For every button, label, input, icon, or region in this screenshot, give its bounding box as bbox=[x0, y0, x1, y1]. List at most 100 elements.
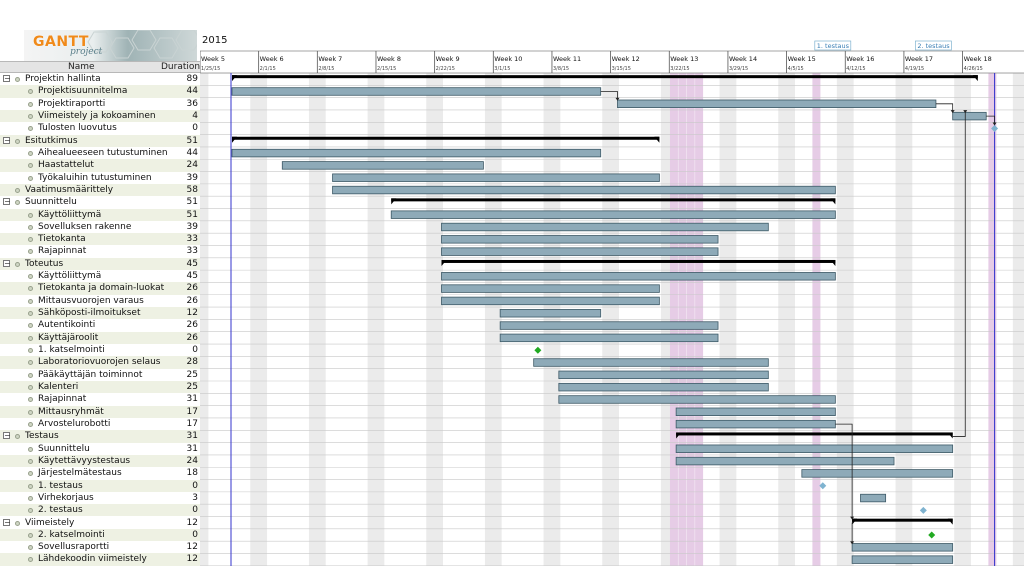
task-row[interactable]: Projektisuunnitelma 44 bbox=[0, 85, 200, 98]
task-bar[interactable] bbox=[675, 407, 836, 416]
task-name[interactable]: Rajapinnat bbox=[38, 393, 86, 405]
task-bar[interactable] bbox=[801, 469, 954, 478]
task-name[interactable]: Viimeistely ja kokoaminen bbox=[38, 110, 156, 122]
task-name[interactable]: Käyttöliittymä bbox=[38, 209, 101, 221]
task-name[interactable]: Sovelluksen rakenne bbox=[38, 221, 131, 233]
task-name[interactable]: Haastattelut bbox=[38, 159, 94, 171]
task-row[interactable]: Tietokanta 33 bbox=[0, 233, 200, 246]
task-name[interactable]: Vaatimusmäärittely bbox=[25, 184, 113, 196]
task-name[interactable]: Mittausryhmät bbox=[38, 406, 104, 418]
task-bar[interactable] bbox=[441, 296, 660, 306]
task-row[interactable]: Haastattelut 24 bbox=[0, 159, 200, 172]
task-bar[interactable] bbox=[332, 185, 836, 195]
task-row[interactable]: Projektiraportti 36 bbox=[0, 98, 200, 110]
task-name[interactable]: 1. katselmointi bbox=[38, 344, 105, 356]
task-bar[interactable] bbox=[675, 456, 895, 466]
gantt-chart-canvas[interactable]: 2015 1. testaus 2. testaus Week 5 1/25/15 Wee… bbox=[191, 30, 1024, 567]
task-duration[interactable]: 17 bbox=[187, 418, 198, 430]
column-header-name[interactable]: Name bbox=[68, 62, 95, 72]
task-row[interactable]: Sovelluksen rakenne 39 bbox=[0, 221, 200, 233]
task-duration[interactable]: 58 bbox=[187, 184, 198, 196]
task-bar[interactable] bbox=[675, 419, 836, 429]
task-bar[interactable] bbox=[675, 444, 954, 453]
task-duration[interactable]: 89 bbox=[187, 73, 198, 85]
task-bar[interactable] bbox=[231, 87, 602, 96]
task-bar[interactable] bbox=[441, 272, 836, 281]
task-duration[interactable]: 51 bbox=[187, 209, 198, 221]
milestone-flag-label[interactable]: 1. testaus bbox=[817, 42, 850, 50]
task-row[interactable]: Käytettävyystestaus 24 bbox=[0, 454, 200, 468]
task-duration[interactable]: 31 bbox=[187, 443, 198, 455]
task-name[interactable]: Virhekorjaus bbox=[38, 492, 94, 504]
task-row[interactable]: Työkaluihin tutustuminen 39 bbox=[0, 172, 200, 184]
task-name[interactable]: Viimeistely bbox=[25, 517, 74, 529]
task-name[interactable]: Testaus bbox=[25, 430, 59, 442]
task-row[interactable]: − Viimeistely 12 bbox=[0, 517, 200, 529]
column-header-duration[interactable]: Duration bbox=[161, 62, 200, 72]
task-duration[interactable]: 0 bbox=[192, 344, 198, 356]
task-bar[interactable] bbox=[441, 284, 660, 293]
task-name[interactable]: Käyttöliittymä bbox=[38, 270, 101, 282]
task-duration[interactable]: 12 bbox=[187, 553, 198, 565]
task-row[interactable]: Aihealueeseen tutustuminen 44 bbox=[0, 147, 200, 159]
task-row[interactable]: Pääkäyttäjän toiminnot 25 bbox=[0, 369, 200, 381]
collapse-toggle-icon[interactable]: − bbox=[3, 75, 11, 83]
task-row[interactable]: 2. testaus 0 bbox=[0, 504, 200, 517]
task-row[interactable]: − Projektin hallinta 89 bbox=[0, 73, 200, 85]
task-name[interactable]: 1. testaus bbox=[38, 480, 83, 492]
task-row[interactable]: Viimeistely ja kokoaminen 4 bbox=[0, 109, 200, 123]
task-duration[interactable]: 44 bbox=[187, 85, 198, 97]
task-name[interactable]: Lähdekoodin viimeistely bbox=[38, 553, 147, 565]
task-row[interactable]: Suunnittelu 31 bbox=[0, 443, 200, 455]
task-row[interactable]: 1. katselmointi 0 bbox=[0, 344, 200, 356]
task-row[interactable]: − Suunnittelu 51 bbox=[0, 196, 200, 208]
task-row[interactable]: Sovellusraportti 12 bbox=[0, 541, 200, 553]
task-duration[interactable]: 12 bbox=[187, 517, 198, 529]
summary-bar[interactable] bbox=[232, 75, 978, 79]
task-name[interactable]: Kalenteri bbox=[38, 381, 78, 393]
task-bar[interactable] bbox=[390, 210, 836, 219]
task-bar[interactable] bbox=[860, 493, 887, 503]
task-duration[interactable]: 36 bbox=[187, 98, 198, 110]
task-row[interactable]: Lähdekoodin viimeistely 12 bbox=[0, 553, 200, 566]
task-duration[interactable]: 26 bbox=[187, 282, 198, 294]
task-duration[interactable]: 33 bbox=[187, 245, 198, 257]
task-name[interactable]: Projektin hallinta bbox=[25, 73, 101, 85]
task-name[interactable]: Pääkäyttäjän toiminnot bbox=[38, 369, 142, 381]
task-row[interactable]: Vaatimusmäärittely 58 bbox=[0, 183, 200, 197]
task-duration[interactable]: 24 bbox=[187, 455, 198, 467]
task-bar[interactable] bbox=[441, 222, 769, 232]
task-name[interactable]: Arvostelurobotti bbox=[38, 418, 110, 430]
task-name[interactable]: Toteutus bbox=[25, 258, 63, 270]
task-row[interactable]: Autentikointi 26 bbox=[0, 319, 200, 331]
task-row[interactable]: Käyttäjäroolit 26 bbox=[0, 331, 200, 345]
task-duration[interactable]: 39 bbox=[187, 221, 198, 233]
collapse-toggle-icon[interactable]: − bbox=[3, 518, 11, 526]
task-name[interactable]: Käytettävyystestaus bbox=[38, 455, 130, 467]
task-name[interactable]: Projektiraportti bbox=[38, 98, 105, 110]
task-duration[interactable]: 0 bbox=[192, 529, 198, 541]
task-duration[interactable]: 51 bbox=[187, 196, 198, 208]
summary-bar[interactable] bbox=[676, 432, 953, 436]
task-row[interactable]: 2. katselmointi 0 bbox=[0, 528, 200, 542]
collapse-toggle-icon[interactable]: − bbox=[3, 198, 11, 206]
task-duration[interactable]: 17 bbox=[187, 406, 198, 418]
task-duration[interactable]: 18 bbox=[187, 467, 198, 479]
task-name[interactable]: Järjestelmätestaus bbox=[38, 467, 122, 479]
task-bar[interactable] bbox=[558, 370, 769, 380]
task-bar[interactable] bbox=[441, 235, 719, 244]
task-duration[interactable]: 0 bbox=[192, 480, 198, 492]
task-name[interactable]: Tietokanta ja domain-luokat bbox=[38, 282, 164, 294]
collapse-toggle-icon[interactable]: − bbox=[3, 432, 11, 440]
task-duration[interactable]: 26 bbox=[187, 332, 198, 344]
task-row[interactable]: Rajapinnat 31 bbox=[0, 393, 200, 405]
task-name[interactable]: Käyttäjäroolit bbox=[38, 332, 98, 344]
task-bar[interactable] bbox=[499, 333, 719, 343]
task-duration[interactable]: 39 bbox=[187, 172, 198, 184]
summary-bar[interactable] bbox=[232, 136, 660, 140]
task-row[interactable]: − Testaus 31 bbox=[0, 430, 200, 443]
task-bar[interactable] bbox=[558, 395, 836, 404]
task-bar[interactable] bbox=[332, 173, 660, 182]
task-row[interactable]: Tulosten luovutus 0 bbox=[0, 122, 200, 134]
task-bar[interactable] bbox=[281, 161, 484, 170]
